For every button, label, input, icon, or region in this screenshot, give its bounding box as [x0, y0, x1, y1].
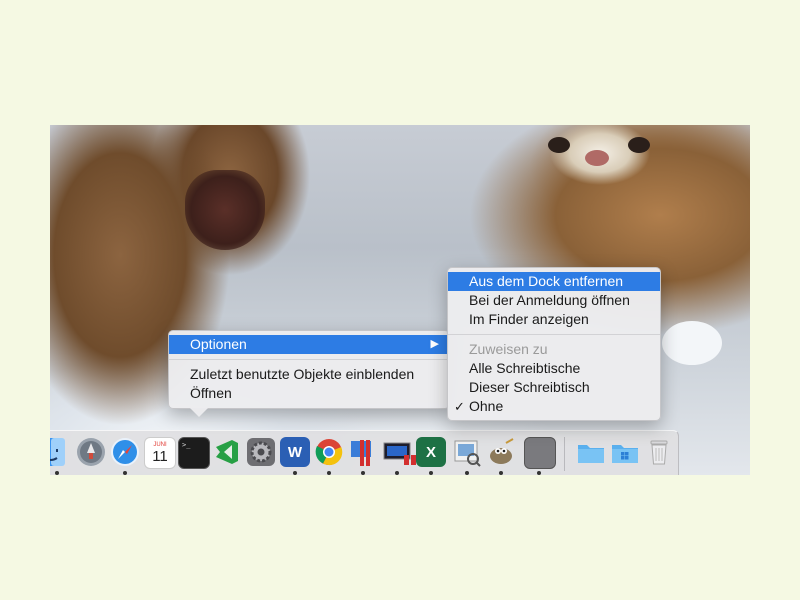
dock: JUNI 11 >_ W X	[50, 430, 679, 475]
visual-studio-code-icon[interactable]	[212, 437, 242, 467]
menu-item-options-label: Optionen	[190, 336, 247, 352]
running-indicator	[293, 471, 297, 475]
running-indicator	[499, 471, 503, 475]
menu-item-none[interactable]: ✓ Ohne	[448, 397, 660, 416]
menu-separator	[448, 334, 660, 335]
chrome-icon[interactable]	[314, 437, 344, 467]
gimp-icon[interactable]	[486, 437, 516, 467]
menu-item-remove-from-dock[interactable]: Aus dem Dock entfernen	[448, 272, 660, 291]
wallpaper-paw	[185, 170, 265, 250]
terminal-icon[interactable]: >_	[178, 437, 210, 469]
menu-item-all-desktops[interactable]: Alle Schreibtische	[448, 359, 660, 378]
menu-pointer	[190, 408, 208, 417]
word-letter: W	[287, 443, 303, 461]
menu-item-open[interactable]: Öffnen	[169, 384, 449, 403]
folder-icon[interactable]	[576, 437, 606, 467]
running-indicator	[429, 471, 433, 475]
running-indicator	[395, 471, 399, 475]
excel-letter: X	[425, 443, 436, 461]
finder-icon[interactable]	[50, 437, 66, 467]
menu-item-show-recent[interactable]: Zuletzt benutzte Objekte einblenden	[169, 365, 449, 384]
menu-item-options[interactable]: Optionen ▶	[169, 335, 449, 354]
system-preferences-icon[interactable]	[246, 437, 276, 467]
terminal-prompt: >_	[182, 441, 191, 449]
menu-item-this-desktop[interactable]: Dieser Schreibtisch	[448, 378, 660, 397]
trash-icon[interactable]	[644, 437, 674, 467]
launchpad-icon[interactable]	[76, 437, 106, 467]
blank-window-icon[interactable]	[524, 437, 556, 469]
running-indicator	[327, 471, 331, 475]
running-indicator	[361, 471, 365, 475]
wallpaper-snow	[662, 321, 722, 365]
checkmark-icon: ✓	[454, 399, 465, 414]
parallels-icon[interactable]	[348, 437, 378, 467]
running-indicator	[537, 471, 541, 475]
submenu-arrow-icon: ▶	[430, 338, 439, 350]
wallpaper-cat-eye-left	[548, 137, 570, 153]
wallpaper-cat-eye-right	[628, 137, 650, 153]
excel-icon[interactable]: X	[416, 437, 446, 467]
menu-item-none-label: Ohne	[469, 398, 504, 414]
calendar-day: 11	[152, 448, 168, 465]
menu-item-show-in-finder[interactable]: Im Finder anzeigen	[448, 310, 660, 329]
running-indicator	[55, 471, 59, 475]
dock-separator	[564, 437, 565, 471]
calendar-icon[interactable]: JUNI 11	[144, 437, 176, 469]
windows-folder-icon[interactable]	[610, 437, 640, 467]
running-indicator	[465, 471, 469, 475]
context-menu: Optionen ▶ Zuletzt benutzte Objekte einb…	[168, 330, 450, 409]
options-submenu: Aus dem Dock entfernen Bei der Anmeldung…	[447, 267, 661, 421]
running-indicator	[123, 471, 127, 475]
menu-item-open-at-login[interactable]: Bei der Anmeldung öffnen	[448, 291, 660, 310]
preview-icon[interactable]	[452, 437, 482, 467]
menu-header-assign-to: Zuweisen zu	[469, 341, 548, 357]
wallpaper-cat-nose	[585, 150, 609, 166]
safari-icon[interactable]	[110, 437, 140, 467]
word-icon[interactable]: W	[280, 437, 310, 467]
menu-separator	[169, 359, 449, 360]
